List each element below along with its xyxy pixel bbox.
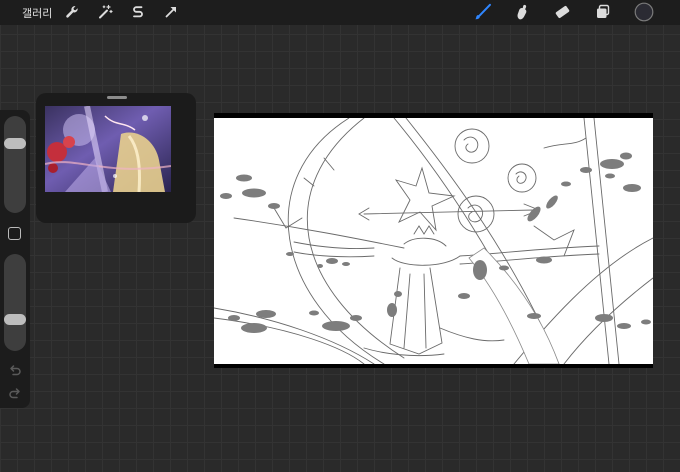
transform-arrow-icon[interactable] xyxy=(162,3,180,21)
reference-image xyxy=(45,106,171,192)
brush-size-knob[interactable] xyxy=(4,138,26,149)
reference-panel[interactable] xyxy=(36,93,196,223)
smudge-icon[interactable] xyxy=(513,3,531,21)
top-toolbar: 갤러리 xyxy=(0,0,680,25)
modify-button[interactable] xyxy=(8,227,21,240)
brush-size-slider[interactable] xyxy=(4,116,26,213)
opacity-knob[interactable] xyxy=(4,314,26,325)
drawing-canvas[interactable] xyxy=(214,113,653,368)
wrench-icon[interactable] xyxy=(63,3,81,21)
selection-icon[interactable] xyxy=(129,3,147,21)
opacity-slider[interactable] xyxy=(4,254,26,351)
brush-icon[interactable] xyxy=(474,3,492,21)
reference-panel-handle[interactable] xyxy=(107,96,127,99)
magic-wand-icon[interactable] xyxy=(96,3,114,21)
gallery-button[interactable]: 갤러리 xyxy=(22,5,52,21)
layers-icon[interactable] xyxy=(594,3,612,21)
sidebar xyxy=(0,110,30,408)
sketch-artwork xyxy=(214,118,653,364)
redo-icon[interactable] xyxy=(7,386,23,402)
undo-icon[interactable] xyxy=(7,363,23,379)
color-swatch[interactable] xyxy=(634,2,654,22)
eraser-icon[interactable] xyxy=(553,3,571,21)
